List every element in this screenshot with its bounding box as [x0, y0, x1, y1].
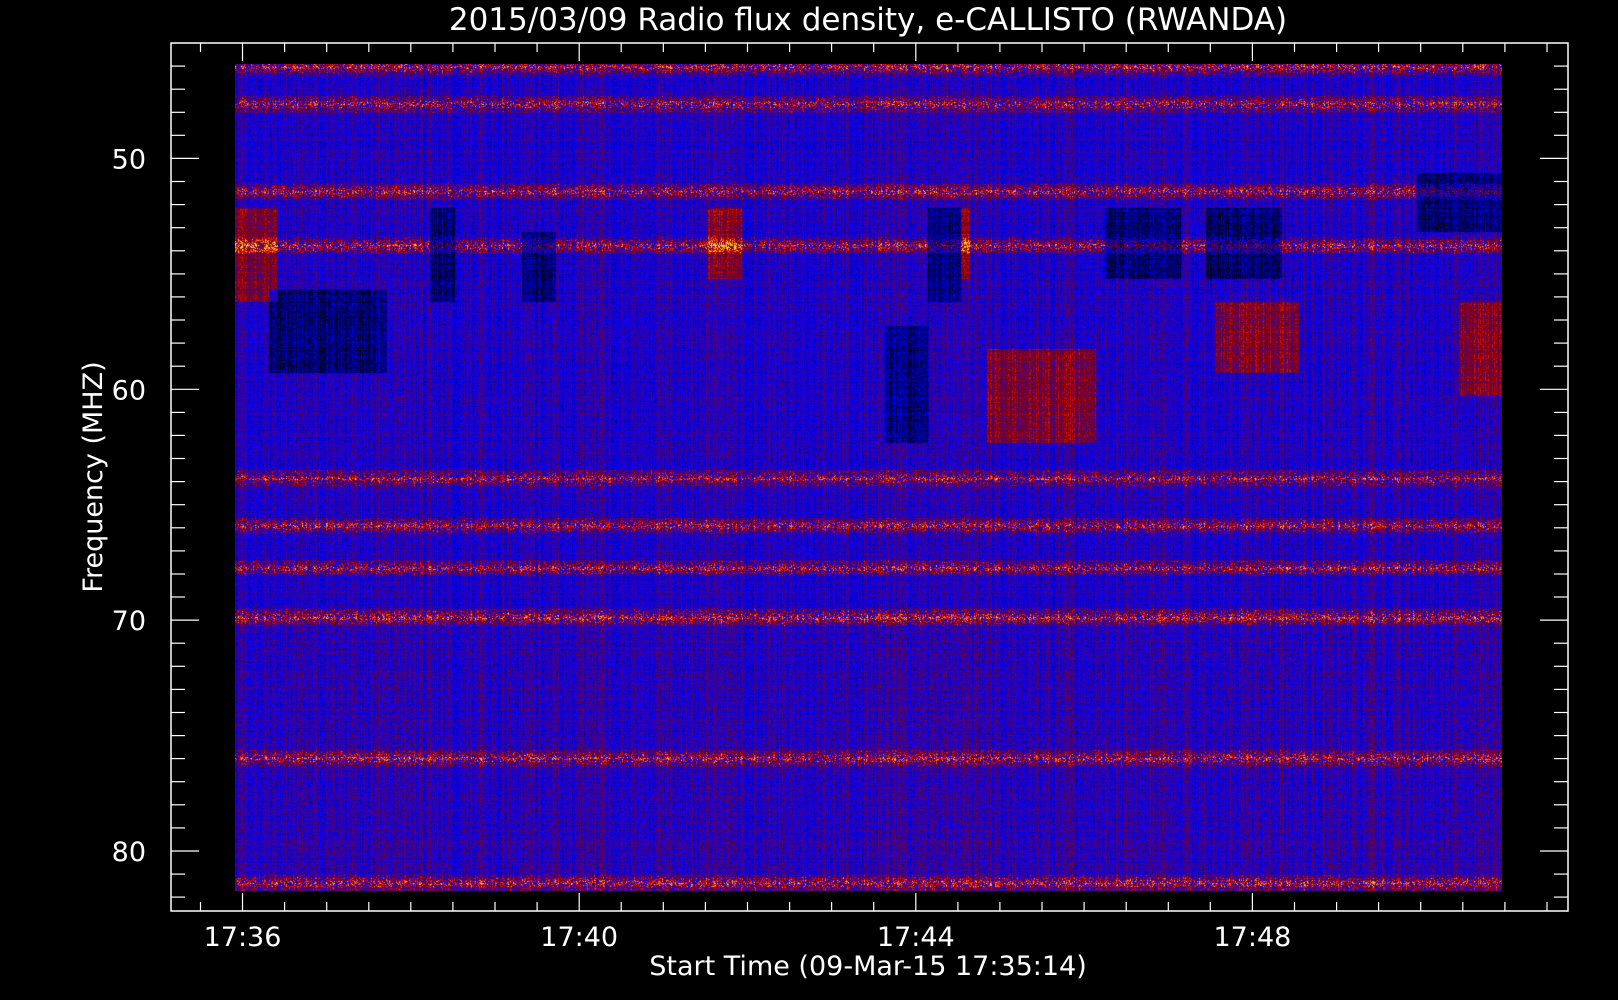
y-tick-label: 60 — [112, 375, 146, 406]
heatmap-area — [235, 64, 1502, 891]
y-tick-label: 80 — [112, 837, 146, 868]
x-tick-label: 17:44 — [877, 922, 955, 953]
x-axis-label: Start Time (09-Mar-15 17:35:14) — [649, 951, 1087, 982]
heatmap-image — [235, 64, 1502, 891]
x-tick-label: 17:40 — [540, 922, 618, 953]
chart-title: 2015/03/09 Radio flux density, e-CALLIST… — [449, 2, 1287, 38]
y-tick-label: 70 — [112, 606, 146, 637]
x-tick-label: 17:48 — [1213, 922, 1291, 953]
y-tick-label: 50 — [112, 144, 146, 175]
x-tick-label: 17:36 — [204, 922, 282, 953]
spectrogram-chart: 2015/03/09 Radio flux density, e-CALLIST… — [0, 0, 1618, 1000]
y-axis-label: Frequency (MHZ) — [78, 361, 109, 592]
